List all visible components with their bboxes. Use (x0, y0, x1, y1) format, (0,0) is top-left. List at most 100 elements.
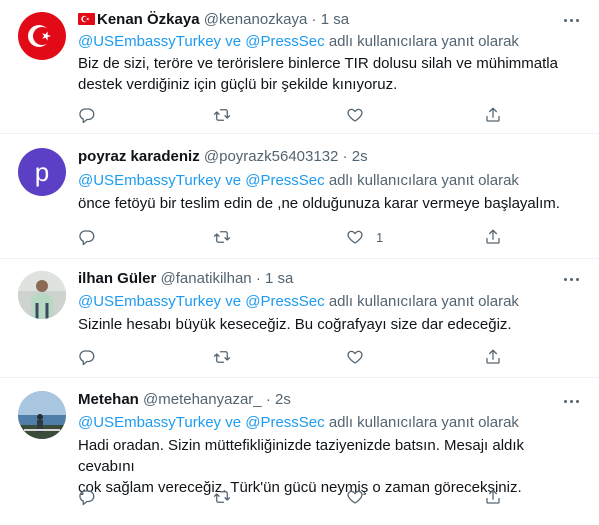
like-button[interactable] (346, 105, 376, 125)
mention-join: ve (225, 172, 242, 189)
mention-usembassyturkey[interactable]: @USEmbassyTurkey (78, 414, 221, 431)
reply-button[interactable] (78, 347, 96, 367)
like-button[interactable] (346, 347, 376, 367)
like-button[interactable]: 1 (346, 227, 383, 247)
more-options-icon[interactable] (561, 271, 581, 287)
retweet-button[interactable] (213, 227, 231, 247)
mention-join: ve (225, 293, 242, 310)
separator-dot: · (265, 391, 271, 408)
replying-to: @USEmbassyTurkey ve @PressSec adlı kulla… (78, 292, 519, 312)
avatar-photo-ilhan[interactable] (18, 271, 66, 319)
mention-usembassyturkey[interactable]: @USEmbassyTurkey (78, 293, 221, 310)
display-name[interactable]: poyraz karadeniz (78, 148, 200, 165)
timestamp[interactable]: 1 sa (321, 11, 349, 28)
mention-presssec[interactable]: @PressSec (245, 172, 324, 189)
display-name[interactable]: ilhan Güler (78, 270, 156, 287)
reply-button[interactable] (78, 487, 96, 507)
retweet-icon (213, 491, 231, 503)
tweet-header: ilhan Güler @fanatikilhan · 1 sa (78, 269, 293, 289)
heart-icon (347, 490, 363, 504)
retweet-button[interactable] (213, 487, 231, 507)
tweet-actions: 1 (78, 227, 503, 247)
seaside-photo-icon (18, 391, 66, 439)
heart-icon (347, 350, 363, 364)
retweet-button[interactable] (213, 105, 231, 125)
retweet-icon (213, 231, 231, 243)
share-button[interactable] (484, 105, 502, 125)
timestamp[interactable]: 2s (352, 148, 368, 165)
like-count: 1 (376, 229, 384, 245)
tweet-actions (78, 347, 503, 367)
mention-usembassyturkey[interactable]: @USEmbassyTurkey (78, 33, 221, 50)
retweet-icon (213, 351, 231, 363)
user-handle[interactable]: @kenanozkaya (204, 11, 308, 28)
retweet-button[interactable] (213, 347, 231, 367)
tweet-metehan[interactable]: Metehan @metehanyazar_ · 2s @USEmbassyTu… (0, 378, 599, 525)
avatar-letter: p (34, 157, 50, 187)
replying-suffix: adlı kullanıcılara yanıt olarak (328, 172, 519, 189)
reply-icon (79, 108, 95, 124)
replying-to: @USEmbassyTurkey ve @PressSec adlı kulla… (78, 413, 519, 433)
user-handle[interactable]: @metehanyazar_ (143, 391, 262, 408)
tweet-text-line: Hadi oradan. Sizin müttefikliğinizde taz… (78, 437, 525, 475)
tweet-text-line: önce fetöyü bir teslim edin de ,ne olduğ… (78, 195, 560, 212)
reply-icon (79, 350, 95, 366)
share-button[interactable] (484, 347, 502, 367)
turkish-flag-icon (28, 25, 51, 47)
avatar-turkish-flag[interactable] (18, 12, 66, 60)
tweet-text: önce fetöyü bir teslim edin de ,ne olduğ… (78, 193, 583, 214)
timestamp[interactable]: 1 sa (265, 270, 293, 287)
tweet-text-line: Sizinle hesabı büyük keseceğiz. Bu coğra… (78, 316, 512, 333)
tweet-actions (78, 105, 503, 125)
turkish-flag-emoji-icon (78, 13, 95, 25)
tweet-poyraz[interactable]: p poyraz karadeniz @poyrazk56403132 · 2s… (0, 134, 599, 259)
user-handle[interactable]: @fanatikilhan (161, 270, 252, 287)
tweet-header: Kenan Özkaya @kenanozkaya · 1 sa (78, 10, 349, 30)
separator-dot: · (255, 270, 261, 287)
tweet-actions (78, 487, 503, 507)
tweet-text-line: Biz de sizi, teröre ve terörislere binle… (78, 55, 558, 72)
share-icon (486, 349, 500, 364)
retweet-icon (213, 109, 231, 121)
tweet-text-line: destek verdiğiniz için güçlü bir şekilde… (78, 76, 398, 93)
tweet-header: Metehan @metehanyazar_ · 2s (78, 390, 291, 410)
share-button[interactable] (484, 227, 502, 247)
more-options-icon[interactable] (561, 393, 581, 409)
avatar-photo-metehan[interactable] (18, 391, 66, 439)
heart-icon (347, 230, 363, 244)
share-button[interactable] (484, 487, 502, 507)
replying-suffix: adlı kullanıcılara yanıt olarak (328, 293, 519, 310)
mention-presssec[interactable]: @PressSec (245, 33, 324, 50)
mention-usembassyturkey[interactable]: @USEmbassyTurkey (78, 172, 221, 189)
mention-presssec[interactable]: @PressSec (245, 414, 324, 431)
reply-icon (79, 230, 95, 246)
reply-button[interactable] (78, 105, 96, 125)
avatar-letter-p[interactable]: p (18, 148, 66, 196)
share-icon (486, 489, 500, 504)
display-name[interactable]: Metehan (78, 391, 139, 408)
timestamp[interactable]: 2s (275, 391, 291, 408)
person-photo-icon (18, 271, 66, 319)
mention-join: ve (225, 414, 242, 431)
more-options-icon[interactable] (561, 12, 581, 28)
replying-suffix: adlı kullanıcılara yanıt olarak (328, 414, 519, 431)
tweet-kenan[interactable]: Kenan Özkaya @kenanozkaya · 1 sa @USEmba… (0, 0, 599, 134)
tweet-ilhan[interactable]: ilhan Güler @fanatikilhan · 1 sa @USEmba… (0, 259, 599, 378)
reply-icon (79, 490, 95, 506)
tweet-header: poyraz karadeniz @poyrazk56403132 · 2s (78, 147, 368, 167)
display-name[interactable]: Kenan Özkaya (97, 11, 200, 28)
mention-join: ve (225, 33, 242, 50)
replying-suffix: adlı kullanıcılara yanıt olarak (328, 33, 519, 50)
tweet-text: Sizinle hesabı büyük keseceğiz. Bu coğra… (78, 314, 583, 335)
reply-feed: Kenan Özkaya @kenanozkaya · 1 sa @USEmba… (0, 0, 599, 525)
separator-dot: · (311, 11, 317, 28)
user-handle[interactable]: @poyrazk56403132 (204, 148, 339, 165)
heart-icon (347, 108, 363, 122)
share-icon (486, 229, 500, 244)
like-button[interactable] (346, 487, 376, 507)
separator-dot: · (342, 148, 348, 165)
reply-button[interactable] (78, 227, 96, 247)
share-icon (486, 107, 500, 122)
replying-to: @USEmbassyTurkey ve @PressSec adlı kulla… (78, 171, 519, 191)
mention-presssec[interactable]: @PressSec (245, 293, 324, 310)
